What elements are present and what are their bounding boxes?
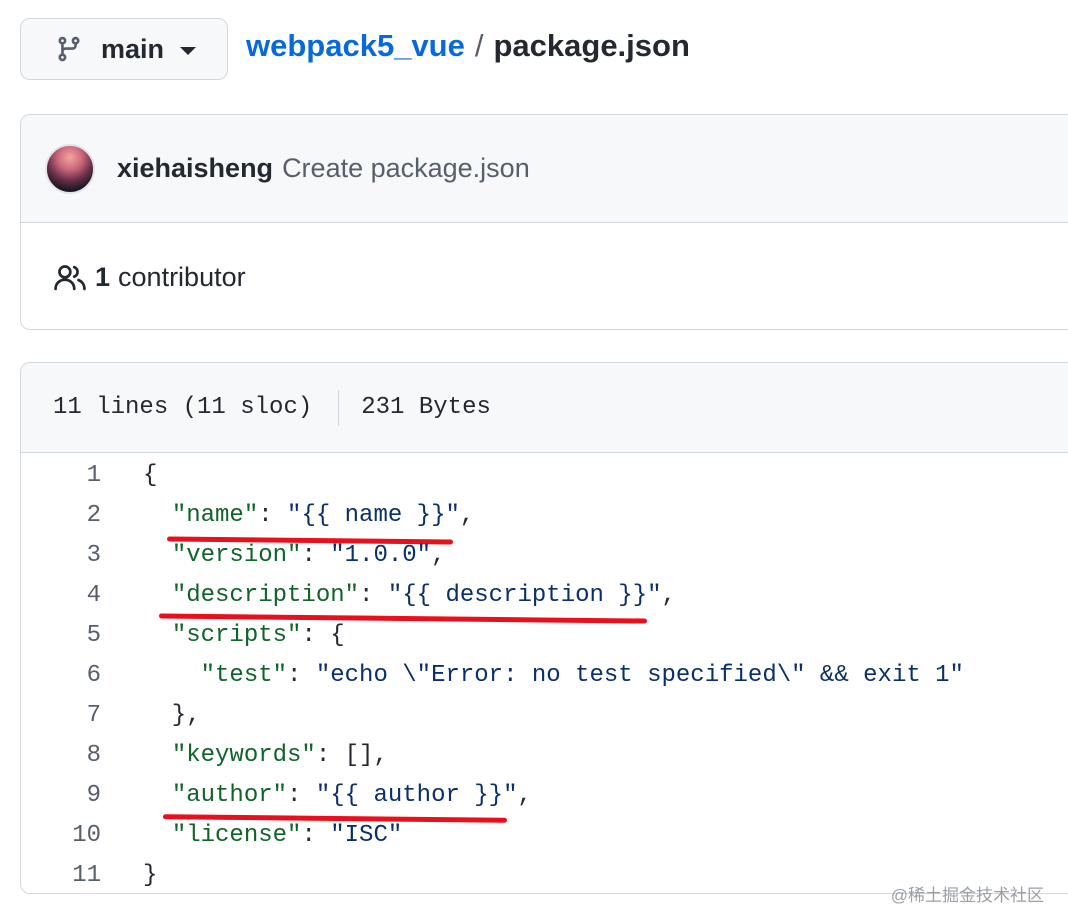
watermark: @稀土掘金技术社区 xyxy=(890,886,1044,905)
code-line: 7 }, xyxy=(21,695,1068,735)
line-content: "test": "echo \"Error: no test specified… xyxy=(101,662,964,689)
code-line: 10 "license": "ISC" xyxy=(21,815,1068,855)
json-colon: : xyxy=(301,541,331,569)
json-comma: , xyxy=(431,541,446,569)
json-key: "description" xyxy=(171,581,360,609)
code-line: 1 { xyxy=(21,455,1068,495)
json-key: "author" xyxy=(171,781,288,809)
json-value: { xyxy=(330,621,345,649)
json-key: "test" xyxy=(200,661,288,689)
json-comma: , xyxy=(517,781,532,809)
json-value: "1.0.0" xyxy=(330,541,432,569)
file-viewer: 11 lines (11 sloc) 231 Bytes 1 { 2 "name… xyxy=(20,362,1068,894)
json-colon: : xyxy=(301,821,331,849)
code-line: 6 "test": "echo \"Error: no test specifi… xyxy=(21,655,1068,695)
commit-panel: xiehaisheng Create package.json 1 contri… xyxy=(20,114,1068,330)
commit-message-link[interactable]: Create package.json xyxy=(282,153,530,184)
line-number[interactable]: 4 xyxy=(21,582,101,609)
git-branch-icon xyxy=(58,36,80,62)
line-count: 11 lines (11 sloc) xyxy=(53,394,313,421)
line-content: } xyxy=(143,861,158,889)
json-colon: : xyxy=(287,661,316,689)
breadcrumb: webpack5_vue / package.json xyxy=(246,28,690,64)
json-key: "license" xyxy=(171,821,302,849)
json-key: "name" xyxy=(171,501,259,529)
code-line: 8 "keywords": [], xyxy=(21,735,1068,775)
code-line: 9 "author": "{{ author }}", xyxy=(21,775,1068,823)
latest-commit: xiehaisheng Create package.json xyxy=(21,115,1068,223)
line-number[interactable]: 2 xyxy=(21,502,101,529)
avatar[interactable] xyxy=(45,143,95,194)
contributors-row[interactable]: 1 contributor xyxy=(21,223,1068,329)
file-size: 231 Bytes xyxy=(361,394,491,421)
line-content: "keywords": [], xyxy=(101,742,388,769)
json-key: "keywords" xyxy=(171,741,316,769)
branch-selector-button[interactable]: main xyxy=(20,18,228,80)
json-value: "echo \"Error: no test specified\" && ex… xyxy=(315,661,964,689)
people-icon xyxy=(54,265,86,291)
line-number[interactable]: 1 xyxy=(21,462,101,489)
line-number[interactable]: 5 xyxy=(21,622,101,649)
chevron-down-icon xyxy=(180,47,197,55)
json-value: "{{ author }}" xyxy=(315,781,518,809)
line-number[interactable]: 9 xyxy=(21,782,101,809)
file-info-header: 11 lines (11 sloc) 231 Bytes xyxy=(21,363,1068,453)
code-line: 4 "description": "{{ description }}", xyxy=(21,575,1068,624)
json-colon: : xyxy=(359,581,388,609)
line-content: "name": "{{ name }}", xyxy=(101,501,475,544)
line-content: "scripts": { xyxy=(101,622,345,649)
json-key: "version" xyxy=(171,541,302,569)
line-content: "version": "1.0.0", xyxy=(101,541,446,569)
line-number[interactable]: 11 xyxy=(21,862,101,889)
line-content: { xyxy=(143,461,158,489)
header-divider xyxy=(338,389,340,426)
code-view: 1 { 2 "name": "{{ name }}", 3 "version":… xyxy=(21,453,1068,893)
line-number[interactable]: 3 xyxy=(21,542,101,569)
line-content: "author": "{{ author }}", xyxy=(101,781,532,823)
json-colon: : xyxy=(315,741,345,769)
breadcrumb-separator: / xyxy=(474,28,484,63)
line-content: }, xyxy=(143,701,201,729)
json-value: [] xyxy=(344,741,374,769)
contributor-count: 1 xyxy=(95,261,111,292)
json-value: "ISC" xyxy=(330,821,403,849)
line-number[interactable]: 10 xyxy=(21,822,101,849)
json-colon: : xyxy=(258,501,288,529)
line-number[interactable]: 6 xyxy=(21,662,101,689)
json-key: "scripts" xyxy=(171,621,302,649)
json-comma: , xyxy=(373,741,388,769)
branch-name: main xyxy=(101,33,165,64)
file-name: package.json xyxy=(493,28,690,63)
json-comma: , xyxy=(661,581,676,609)
json-comma: , xyxy=(459,501,475,529)
code-line: 2 "name": "{{ name }}", xyxy=(21,495,1068,544)
line-number[interactable]: 7 xyxy=(21,702,101,729)
contributor-label: contributor xyxy=(118,261,246,292)
json-colon: : xyxy=(301,621,331,649)
repo-link[interactable]: webpack5_vue xyxy=(246,28,465,64)
code-line: 3 "version": "1.0.0", xyxy=(21,535,1068,575)
line-number[interactable]: 8 xyxy=(21,742,101,769)
line-content: "description": "{{ description }}", xyxy=(101,581,676,624)
commit-author-link[interactable]: xiehaisheng xyxy=(117,153,273,184)
json-colon: : xyxy=(287,781,316,809)
line-content: "license": "ISC" xyxy=(101,822,402,849)
json-value: "{{ name }}" xyxy=(287,501,460,529)
json-value: "{{ description }}" xyxy=(387,581,662,609)
